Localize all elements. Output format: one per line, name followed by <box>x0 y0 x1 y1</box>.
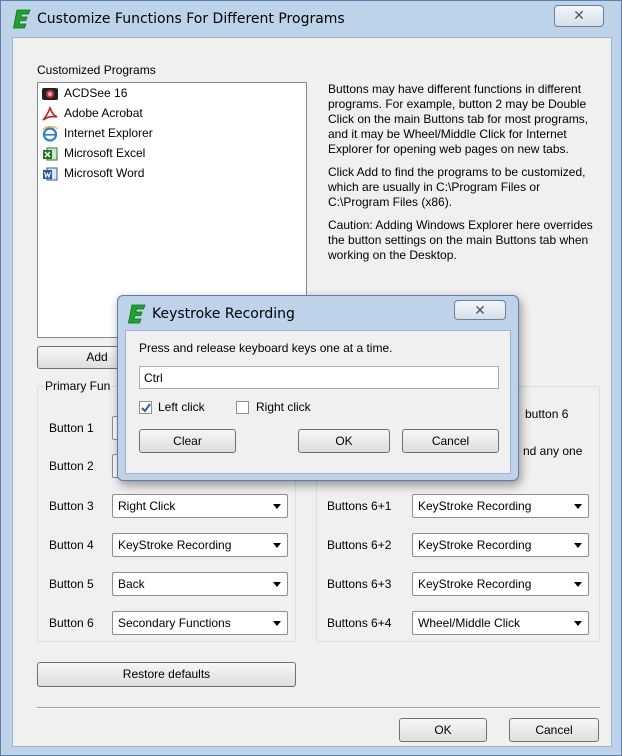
button-4-label: Button 4 <box>49 538 94 552</box>
clear-button[interactable]: Clear <box>139 429 236 453</box>
chevron-down-icon <box>273 582 281 587</box>
close-icon: ✕ <box>474 302 486 318</box>
left-click-label: Left click <box>158 400 205 414</box>
description-text: Buttons may have different functions in … <box>328 82 598 271</box>
word-icon <box>43 167 58 181</box>
list-item[interactable]: ACDSee 16 <box>42 84 302 104</box>
buttons-6-3-select[interactable]: KeyStroke Recording <box>412 572 589 596</box>
secondary-info-text: nd any one <box>523 444 583 458</box>
description-paragraph: Caution: Adding Windows Explorer here ov… <box>328 218 593 262</box>
chevron-down-icon <box>273 504 281 509</box>
button-5-select[interactable]: Back <box>112 572 288 596</box>
buttons-6-2-select[interactable]: KeyStroke Recording <box>412 533 589 557</box>
checkmark-icon <box>141 403 151 413</box>
button-3-select[interactable]: Right Click <box>112 494 288 518</box>
buttons-6-3-label: Buttons 6+3 <box>327 577 392 591</box>
primary-functions-title: Primary Fun <box>43 379 113 393</box>
list-item[interactable]: Internet Explorer <box>42 124 302 144</box>
dialog-close-button[interactable]: ✕ <box>454 300 506 320</box>
right-click-label: Right click <box>256 400 311 414</box>
app-logo-icon <box>128 304 146 324</box>
button-6-label: Button 6 <box>49 616 94 630</box>
list-item[interactable]: Microsoft Excel <box>42 144 302 164</box>
chevron-down-icon <box>574 543 582 548</box>
window-close-button[interactable]: ✕ <box>554 5 604 27</box>
acrobat-icon <box>42 106 58 121</box>
acdsee-icon <box>42 88 58 100</box>
dialog-ok-button[interactable]: OK <box>298 429 390 453</box>
dialog-title-bar[interactable]: Keystroke Recording ✕ <box>118 296 518 332</box>
list-item[interactable]: Microsoft Word <box>42 164 302 184</box>
dialog-instruction: Press and release keyboard keys one at a… <box>139 341 393 355</box>
cancel-button[interactable]: Cancel <box>509 718 599 742</box>
excel-icon <box>43 147 58 161</box>
dialog-cancel-button[interactable]: Cancel <box>402 429 499 453</box>
chevron-down-icon <box>273 543 281 548</box>
chevron-down-icon <box>574 621 582 626</box>
description-paragraph: Click Add to find the programs to be cus… <box>328 165 586 209</box>
left-click-checkbox[interactable] <box>139 401 152 414</box>
button-1-label: Button 1 <box>49 421 94 435</box>
close-icon: ✕ <box>573 7 585 23</box>
dialog-title: Keystroke Recording <box>152 306 295 322</box>
buttons-6-2-label: Buttons 6+2 <box>327 538 392 552</box>
internet-explorer-icon <box>42 126 58 142</box>
button-4-select[interactable]: KeyStroke Recording <box>112 533 288 557</box>
window-title: Customize Functions For Different Progra… <box>37 11 345 27</box>
buttons-6-4-select[interactable]: Wheel/Middle Click <box>412 611 589 635</box>
keystroke-recording-dialog: Keystroke Recording ✕ Press and release … <box>117 295 519 481</box>
buttons-6-4-label: Buttons 6+4 <box>327 616 392 630</box>
customized-programs-label: Customized Programs <box>37 63 156 77</box>
footer-divider <box>37 707 600 709</box>
keystroke-input[interactable]: Ctrl <box>139 366 499 389</box>
keystroke-input-value: Ctrl <box>144 371 163 385</box>
button-6-select[interactable]: Secondary Functions <box>112 611 288 635</box>
list-item[interactable]: Adobe Acrobat <box>42 104 302 124</box>
description-paragraph: Buttons may have different functions in … <box>328 82 589 156</box>
ok-button[interactable]: OK <box>399 718 487 742</box>
button-2-label: Button 2 <box>49 459 94 473</box>
dialog-client-area: Press and release keyboard keys one at a… <box>125 330 511 474</box>
chevron-down-icon <box>574 582 582 587</box>
button-3-label: Button 3 <box>49 499 94 513</box>
chevron-down-icon <box>273 621 281 626</box>
chevron-down-icon <box>574 504 582 509</box>
buttons-6-1-label: Buttons 6+1 <box>327 499 392 513</box>
button-5-label: Button 5 <box>49 577 94 591</box>
window-title-bar[interactable]: Customize Functions For Different Progra… <box>1 1 621 37</box>
restore-defaults-button[interactable]: Restore defaults <box>37 662 296 687</box>
secondary-info-text: button 6 <box>525 407 569 421</box>
right-click-checkbox[interactable] <box>236 401 249 414</box>
buttons-6-1-select[interactable]: KeyStroke Recording <box>412 494 589 518</box>
app-logo-icon <box>13 9 31 29</box>
